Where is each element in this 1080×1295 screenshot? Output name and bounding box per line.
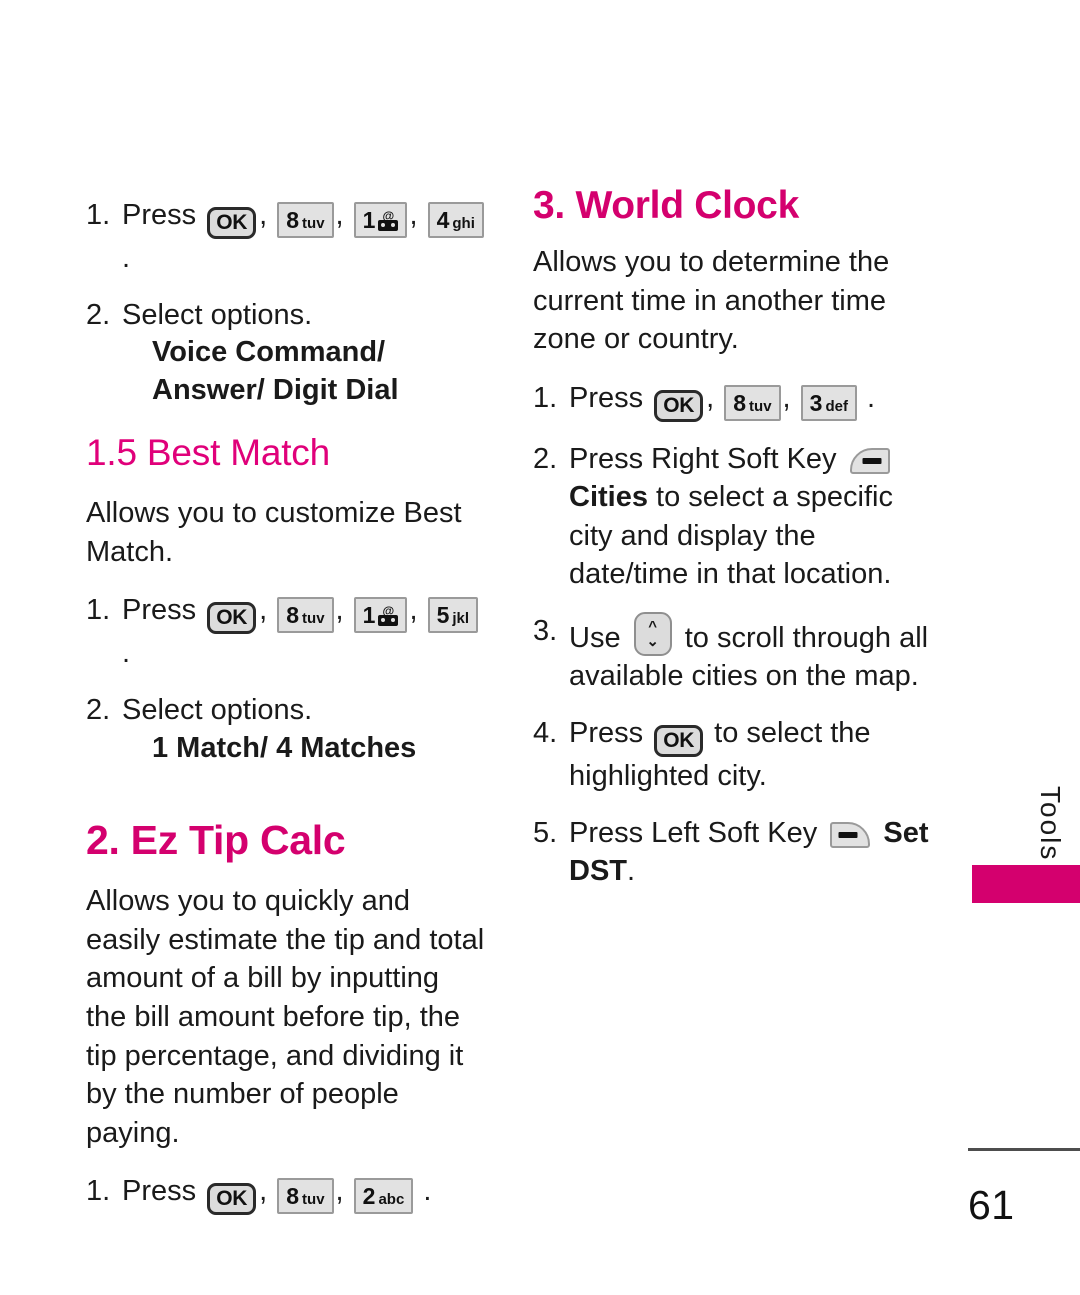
voicemail-icon: @ <box>378 210 399 232</box>
ok-key-icon: OK <box>654 389 704 422</box>
step-label: Select options. <box>122 694 313 727</box>
voicemail-icon: @ <box>378 605 399 627</box>
step-press-ok: 4. Press OK to select the highlighted ci… <box>533 714 933 796</box>
step-number: 2. <box>533 442 558 475</box>
comma: , <box>259 199 268 231</box>
step-label: Press <box>122 199 197 231</box>
right-column: 3. World Clock Allows you to determine t… <box>533 184 933 909</box>
page-number: 61 <box>968 1182 1015 1228</box>
step-label: Press <box>122 1175 197 1208</box>
key-8-icon: 8 tuv <box>724 384 781 421</box>
comma: , <box>782 381 791 414</box>
step-number: 1. <box>86 1175 111 1208</box>
step-trailing: . <box>423 1175 432 1208</box>
step-press-keys: 1. Press OK, 8 tuv, 2 abc . <box>86 1172 486 1216</box>
step-scroll-cities: 3. Use ^ ⌄ to scroll through all availabl… <box>533 611 933 696</box>
key-8-icon: 8 tuv <box>277 597 334 634</box>
heading-world-clock: 3. World Clock <box>533 184 799 227</box>
menu-term-cities: Cities <box>569 481 648 514</box>
step-label: Press Right Soft Key <box>569 442 837 475</box>
step-label: Press Left Soft Key <box>569 816 818 849</box>
comma: , <box>335 1175 344 1208</box>
step-press-keys: 1. Press OK, 8 tuv, 3 def . <box>533 379 933 422</box>
navigation-scroll-key-icon: ^ ⌄ <box>633 611 672 656</box>
step-select-options: 2. Select options. 1 Match/ 4 Matches <box>86 691 486 767</box>
comma: , <box>335 594 344 627</box>
step-label-after: to scroll through all available cities o… <box>569 621 929 693</box>
step-trailing: . <box>122 242 131 274</box>
heading-best-match: 1.5 Best Match <box>86 431 330 473</box>
option-values: 1 Match/ 4 Matches <box>152 731 417 764</box>
ok-key-icon: OK <box>654 725 704 757</box>
option-values: Voice Command/ Answer/ Digit Dial <box>152 336 399 406</box>
step-trailing: . <box>867 381 876 414</box>
step-press-left-soft-key: 5. Press Left Soft Key Set DST. <box>533 814 933 891</box>
comma: , <box>259 594 268 627</box>
left-soft-key-icon <box>830 821 871 848</box>
step-number: 2. <box>86 298 111 331</box>
step-select-options: 2. Select options. Voice Command/ Answer… <box>86 296 486 410</box>
ok-key-icon: OK <box>207 207 257 239</box>
step-press-keys: 1. Press OK, 8 tuv, 1 @, 5 jkl . <box>86 591 486 673</box>
comma: , <box>409 594 418 627</box>
step-number: 4. <box>533 717 558 749</box>
step-label: Press <box>569 381 644 414</box>
step-number: 1. <box>86 594 111 627</box>
step-number: 1. <box>86 199 111 231</box>
side-tab-label: Tools <box>1035 786 1066 862</box>
description-world-clock: Allows you to determine the current time… <box>533 245 890 356</box>
key-1-icon: 1 @ <box>353 202 408 238</box>
step-number: 5. <box>533 816 558 849</box>
step-label: Select options. <box>122 298 313 331</box>
manual-page: 1. Press OK, 8 tuv, 1 @, 4 ghi . 2. Select … <box>0 0 1080 1295</box>
comma: , <box>259 1175 268 1208</box>
key-1-icon: 1 @ <box>353 597 408 634</box>
description-ez-tip-calc: Allows you to quickly and easily estimat… <box>86 885 485 1149</box>
key-3-icon: 3 def <box>800 384 857 421</box>
key-4-icon: 4 ghi <box>427 202 484 238</box>
step-label-before: Use <box>569 621 621 654</box>
step-press-right-soft-key: 2. Press Right Soft Key Cities to select… <box>533 440 933 594</box>
left-column: 1. Press OK, 8 tuv, 1 @, 4 ghi . 2. Select … <box>86 196 486 1233</box>
step-trailing: . <box>627 855 636 888</box>
comma: , <box>706 381 715 414</box>
description-best-match: Allows you to customize Best Match. <box>86 497 462 568</box>
ok-key-icon: OK <box>207 602 257 635</box>
footer-divider <box>968 1148 1080 1151</box>
right-soft-key-icon <box>849 447 890 474</box>
step-label: Press <box>122 594 197 627</box>
step-trailing: . <box>122 637 131 670</box>
ok-key-icon: OK <box>207 1183 257 1216</box>
key-2-icon: 2 abc <box>353 1178 414 1215</box>
comma: , <box>409 199 418 231</box>
key-8-icon: 8 tuv <box>277 202 334 238</box>
step-press-keys: 1. Press OK, 8 tuv, 1 @, 4 ghi . <box>86 196 486 278</box>
step-number: 3. <box>533 614 558 647</box>
step-label-before: Press <box>569 717 644 749</box>
step-number: 1. <box>533 381 558 414</box>
comma: , <box>335 199 344 231</box>
key-5-icon: 5 jkl <box>427 597 479 634</box>
step-number: 2. <box>86 694 111 727</box>
key-8-icon: 8 tuv <box>277 1178 334 1215</box>
side-tab-bar <box>972 865 1080 903</box>
heading-ez-tip-calc: 2. Ez Tip Calc <box>86 817 346 864</box>
